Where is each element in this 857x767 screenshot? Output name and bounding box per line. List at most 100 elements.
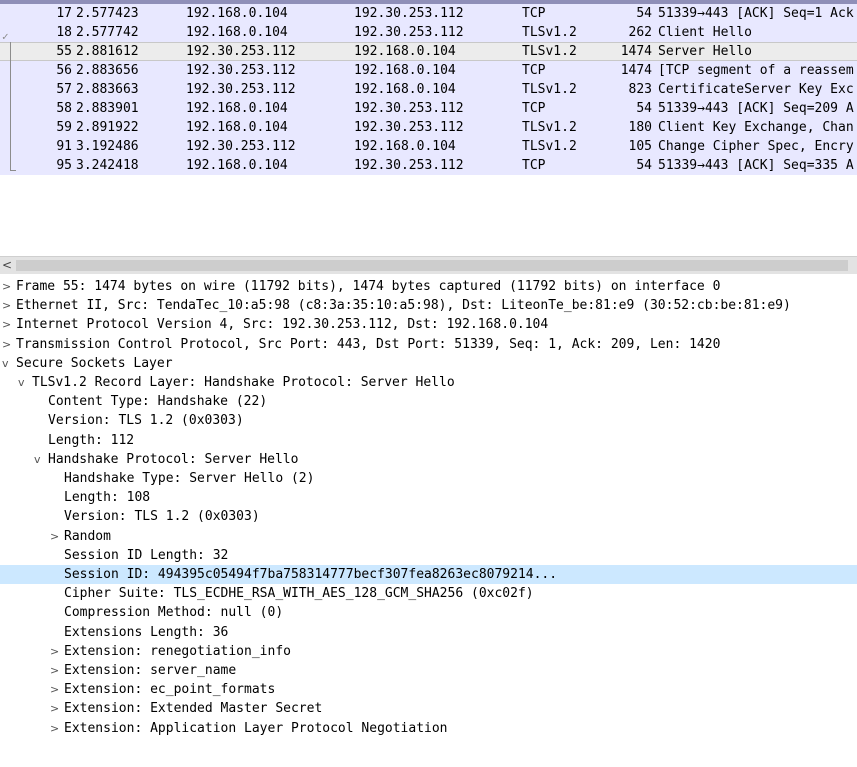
packet-time: 3.242418 bbox=[76, 158, 139, 173]
expand-chevron-right-icon[interactable]: > bbox=[50, 699, 64, 718]
packet-number: 57 bbox=[56, 82, 72, 97]
detail-row[interactable]: Compression Method: null (0) bbox=[0, 603, 857, 622]
packet-row[interactable]: 17 2.577423 192.168.0.104 192.30.253.112 TCP… bbox=[0, 4, 857, 23]
detail-row[interactable]: > Ethernet II, Src: TendaTec_10:a5:98 (c8… bbox=[0, 296, 857, 315]
detail-text: Length: 108 bbox=[64, 490, 151, 506]
detail-text: Ethernet II, Src: TendaTec_10:a5:98 (c8:… bbox=[16, 298, 791, 314]
packet-time: 3.192486 bbox=[76, 139, 139, 154]
expand-chevron-right-icon[interactable]: > bbox=[50, 680, 64, 699]
detail-row[interactable]: > Transmission Control Protocol, Src Port… bbox=[0, 335, 857, 354]
packet-destination: 192.30.253.112 bbox=[354, 158, 464, 173]
detail-row[interactable]: Content Type: Handshake (22) bbox=[0, 392, 857, 411]
detail-row[interactable]: > Extension: Extended Master Secret bbox=[0, 699, 857, 718]
packet-row[interactable]: 91 3.192486 192.30.253.112 192.168.0.104 TLS… bbox=[0, 137, 857, 156]
detail-text: TLSv1.2 Record Layer: Handshake Protocol… bbox=[32, 375, 455, 390]
detail-text: Extensions Length: 36 bbox=[64, 624, 229, 640]
packet-time: 2.883663 bbox=[76, 82, 139, 97]
expand-chevron-right-icon[interactable]: > bbox=[2, 315, 16, 334]
expand-chevron-down-icon[interactable]: v bbox=[2, 354, 16, 373]
detail-text: Internet Protocol Version 4, Src: 192.30… bbox=[16, 317, 549, 333]
detail-row[interactable]: > Extension: ec_point_formats bbox=[0, 680, 857, 699]
packet-destination: 192.30.253.112 bbox=[354, 6, 464, 21]
packet-protocol: TCP bbox=[522, 158, 546, 173]
expand-chevron-right-icon[interactable]: > bbox=[50, 527, 64, 546]
detail-row[interactable]: Version: TLS 1.2 (0x0303) bbox=[0, 507, 857, 526]
detail-text: Session ID: 494395c05494f7ba758314777bec… bbox=[64, 567, 558, 582]
packet-row[interactable]: 56 2.883656 192.30.253.112 192.168.0.104 TCP… bbox=[0, 61, 857, 80]
detail-row[interactable]: Session ID Length: 32 bbox=[0, 546, 857, 565]
detail-row[interactable]: v TLSv1.2 Record Layer: Handshake Protoco… bbox=[0, 373, 857, 392]
packet-length: 54 bbox=[636, 101, 652, 116]
packet-time: 2.577742 bbox=[76, 25, 139, 40]
detail-text: Extension: renegotiation_info bbox=[64, 643, 291, 659]
packet-info: Change Cipher Spec, Encry bbox=[658, 139, 854, 154]
detail-row[interactable]: > Random bbox=[0, 527, 857, 546]
horizontal-scrollbar[interactable]: < bbox=[0, 256, 857, 274]
packet-source: 192.168.0.104 bbox=[186, 6, 288, 21]
detail-row[interactable]: Extensions Length: 36 bbox=[0, 623, 857, 642]
packet-length: 1474 bbox=[620, 44, 652, 59]
packet-source: 192.168.0.104 bbox=[186, 158, 288, 173]
packet-protocol: TCP bbox=[522, 6, 546, 21]
packet-info: 51339→443 [ACK] Seq=335 A bbox=[658, 158, 854, 173]
detail-row[interactable]: Session ID: 494395c05494f7ba758314777bec… bbox=[0, 565, 857, 584]
ack-marker-icon: ✓ bbox=[2, 30, 9, 43]
scroll-left-arrow-icon[interactable]: < bbox=[2, 257, 12, 275]
packet-time: 2.577423 bbox=[76, 6, 139, 21]
packet-number: 56 bbox=[56, 63, 72, 78]
expand-chevron-down-icon[interactable]: v bbox=[18, 373, 32, 392]
expand-chevron-right-icon[interactable]: > bbox=[2, 296, 16, 315]
detail-row[interactable]: > Internet Protocol Version 4, Src: 192.3… bbox=[0, 315, 857, 334]
packet-number: 95 bbox=[56, 158, 72, 173]
packet-destination: 192.168.0.104 bbox=[354, 44, 456, 59]
detail-text: Version: TLS 1.2 (0x0303) bbox=[48, 413, 244, 429]
related-packets-end-tick bbox=[10, 170, 16, 171]
detail-row[interactable]: Handshake Type: Server Hello (2) bbox=[0, 469, 857, 488]
packet-time: 2.891922 bbox=[76, 120, 139, 135]
detail-text: Session ID Length: 32 bbox=[64, 547, 229, 563]
detail-text: Extension: server_name bbox=[64, 663, 237, 678]
packet-length: 54 bbox=[636, 158, 652, 173]
packet-source: 192.168.0.104 bbox=[186, 25, 288, 40]
packet-time: 2.883901 bbox=[76, 101, 139, 116]
detail-row[interactable]: > Extension: Application Layer Protocol N… bbox=[0, 719, 857, 738]
expand-chevron-right-icon[interactable]: > bbox=[50, 661, 64, 680]
packet-protocol: TLSv1.2 bbox=[522, 120, 577, 135]
packet-row[interactable]: 57 2.883663 192.30.253.112 192.168.0.104 TLS… bbox=[0, 80, 857, 99]
detail-row[interactable]: Cipher Suite: TLS_ECDHE_RSA_WITH_AES_128… bbox=[0, 584, 857, 603]
packet-info: CertificateServer Key Exc bbox=[658, 82, 854, 97]
detail-row[interactable]: Version: TLS 1.2 (0x0303) bbox=[0, 411, 857, 430]
detail-text: Secure Sockets Layer bbox=[16, 355, 173, 371]
packet-row[interactable]: 55 2.881612 192.30.253.112 192.168.0.104 TLS… bbox=[0, 42, 857, 61]
detail-row[interactable]: > Extension: renegotiation_info bbox=[0, 642, 857, 661]
packet-row[interactable]: 59 2.891922 192.168.0.104 192.30.253.112 TLS… bbox=[0, 118, 857, 137]
expand-chevron-down-icon[interactable]: v bbox=[34, 450, 48, 469]
packet-time: 2.881612 bbox=[76, 44, 139, 59]
expand-chevron-right-icon[interactable]: > bbox=[2, 335, 16, 354]
packet-number: 18 bbox=[56, 25, 72, 40]
scrollbar-thumb[interactable] bbox=[16, 260, 848, 271]
expand-chevron-right-icon[interactable]: > bbox=[50, 719, 64, 738]
packet-row[interactable]: 95 3.242418 192.168.0.104 192.30.253.112 TCP… bbox=[0, 156, 857, 175]
detail-text: Extension: Application Layer Protocol Ne… bbox=[64, 720, 448, 736]
expand-chevron-right-icon[interactable]: > bbox=[50, 642, 64, 661]
packet-length: 105 bbox=[628, 139, 652, 154]
expand-chevron-right-icon[interactable]: > bbox=[2, 277, 16, 296]
packet-destination: 192.168.0.104 bbox=[354, 63, 456, 78]
packet-row[interactable]: 58 2.883901 192.168.0.104 192.30.253.112 TCP… bbox=[0, 99, 857, 118]
detail-row[interactable]: Length: 108 bbox=[0, 488, 857, 507]
detail-row[interactable]: > Frame 55: 1474 bytes on wire (11792 bit… bbox=[0, 277, 857, 296]
detail-text: Extension: Extended Master Secret bbox=[64, 701, 323, 717]
packet-source: 192.30.253.112 bbox=[186, 82, 296, 97]
detail-row[interactable]: > Extension: server_name bbox=[0, 661, 857, 680]
packet-row[interactable]: 18 2.577742 192.168.0.104 192.30.253.112 TLS… bbox=[0, 23, 857, 42]
packet-info: 51339→443 [ACK] Seq=209 A bbox=[658, 101, 854, 116]
packet-source: 192.168.0.104 bbox=[186, 101, 288, 116]
packet-source: 192.30.253.112 bbox=[186, 139, 296, 154]
packet-number: 17 bbox=[56, 6, 72, 21]
detail-row[interactable]: Length: 112 bbox=[0, 431, 857, 450]
detail-row[interactable]: v Handshake Protocol: Server Hello bbox=[0, 450, 857, 469]
packet-info: 51339→443 [ACK] Seq=1 Ack bbox=[658, 6, 854, 21]
detail-row[interactable]: v Secure Sockets Layer bbox=[0, 354, 857, 373]
packet-destination: 192.30.253.112 bbox=[354, 120, 464, 135]
